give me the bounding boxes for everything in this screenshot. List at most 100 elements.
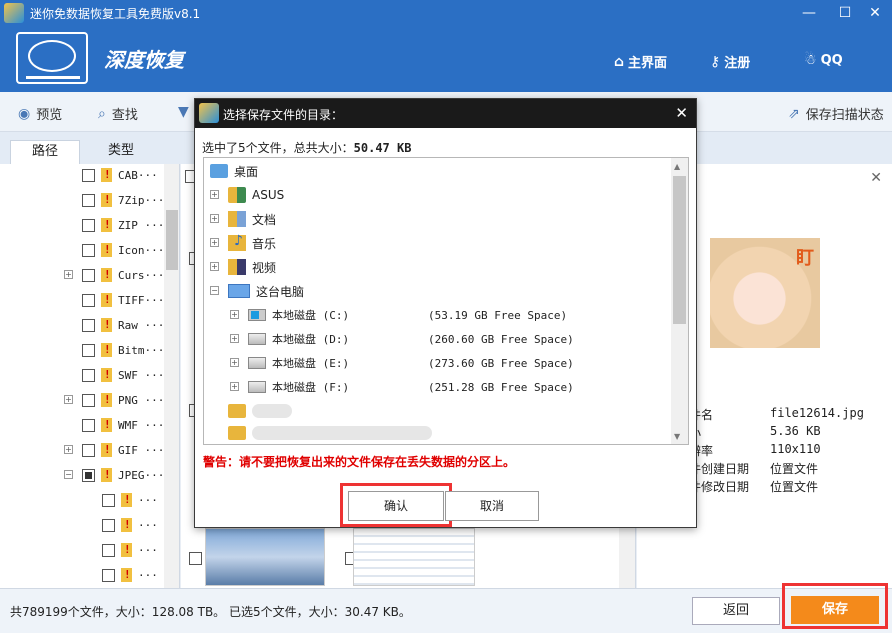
nav-home-button[interactable]: ⌂ 主界面 bbox=[614, 52, 667, 72]
cancel-button[interactable]: 取消 bbox=[445, 491, 539, 521]
tree-item[interactable]: Raw ··· bbox=[82, 315, 164, 335]
scroll-up-icon[interactable]: ▲ bbox=[674, 162, 680, 171]
folder-warning-icon bbox=[101, 393, 112, 407]
expand-icon[interactable]: + bbox=[230, 310, 239, 319]
key-icon: ⚷ bbox=[710, 53, 721, 70]
file-thumbnail[interactable] bbox=[353, 528, 475, 586]
close-icon[interactable]: ✕ bbox=[862, 2, 888, 24]
tree-checkbox[interactable] bbox=[82, 443, 95, 457]
expand-icon[interactable]: + bbox=[230, 382, 239, 391]
tree-checkbox[interactable] bbox=[82, 343, 95, 357]
tree-child-item[interactable]: ··· bbox=[102, 540, 158, 560]
tree-item[interactable]: Bitm··· bbox=[82, 340, 164, 360]
tree-child-item[interactable]: ··· bbox=[102, 565, 158, 585]
tree-checkbox[interactable] bbox=[102, 518, 115, 532]
nav-qq-label: QQ bbox=[820, 52, 843, 68]
documents-folder-icon bbox=[228, 211, 246, 227]
preview-button[interactable]: ◉ 预览 bbox=[18, 104, 62, 124]
tree-item-blurred[interactable] bbox=[228, 400, 292, 422]
tree-item[interactable]: CAB··· bbox=[82, 165, 158, 185]
maximize-icon[interactable]: ☐ bbox=[832, 2, 858, 24]
tree-item[interactable]: GIF ··· bbox=[82, 440, 164, 460]
minimize-icon[interactable]: — bbox=[796, 2, 822, 24]
tree-checkbox[interactable] bbox=[82, 218, 95, 232]
tree-checkbox[interactable] bbox=[82, 318, 95, 332]
expand-icon[interactable]: + bbox=[210, 262, 219, 271]
expand-icon[interactable]: + bbox=[64, 395, 73, 404]
tree-item[interactable]: 7Zip··· bbox=[82, 190, 164, 210]
tree-item[interactable]: PNG ··· bbox=[82, 390, 164, 410]
tree-item[interactable]: WMF ··· bbox=[82, 415, 164, 435]
tree-item[interactable]: JPEG··· bbox=[82, 465, 164, 485]
tree-item-label: WMF ··· bbox=[118, 418, 165, 432]
search-label: 查找 bbox=[111, 108, 138, 123]
expand-icon[interactable]: + bbox=[210, 238, 219, 247]
drive-free-space: (251.28 GB Free Space) bbox=[428, 380, 574, 394]
back-button[interactable]: 返回 bbox=[692, 597, 780, 625]
nav-register-button[interactable]: ⚷ 注册 bbox=[710, 52, 750, 72]
tab-type[interactable]: 类型 bbox=[86, 140, 156, 164]
tree-item[interactable]: TIFF··· bbox=[82, 290, 164, 310]
tree-item[interactable]: Icon··· bbox=[82, 240, 164, 260]
expand-icon[interactable]: + bbox=[64, 445, 73, 454]
tree-item-documents[interactable]: 文档 bbox=[228, 208, 276, 230]
tree-item[interactable]: Curs··· bbox=[82, 265, 164, 285]
folder-warning-icon bbox=[121, 518, 132, 532]
tree-child-item[interactable]: ··· bbox=[102, 490, 158, 510]
scroll-thumb[interactable] bbox=[673, 176, 686, 324]
tree-item[interactable]: ZIP ··· bbox=[82, 215, 164, 235]
nav-qq-button[interactable]: ☃ QQ bbox=[804, 52, 843, 68]
tree-checkbox[interactable] bbox=[82, 418, 95, 432]
tree-item-label: Icon··· bbox=[118, 243, 165, 257]
brand-name: 深度恢复 bbox=[104, 48, 184, 72]
tree-item-label: TIFF··· bbox=[118, 293, 165, 307]
tree-checkbox[interactable] bbox=[82, 168, 95, 182]
tree-checkbox[interactable] bbox=[82, 393, 95, 407]
tree-item-label: ZIP ··· bbox=[118, 218, 165, 232]
close-preview-icon[interactable]: ✕ bbox=[870, 170, 882, 186]
expand-icon[interactable]: + bbox=[64, 270, 73, 279]
save-scan-button[interactable]: ⇗ 保存扫描状态 bbox=[788, 104, 884, 124]
warning-text: 警告：请不要把恢复出来的文件保存在丢失数据的分区上。 bbox=[203, 455, 516, 469]
folder-warning-icon bbox=[101, 293, 112, 307]
tree-checkbox[interactable] bbox=[82, 293, 95, 307]
tree-item-drive-e[interactable]: 本地磁盘 (E:) (273.60 GB Free Space) bbox=[248, 352, 574, 374]
tree-item-drive-c[interactable]: 本地磁盘 (C:) (53.19 GB Free Space) bbox=[248, 304, 567, 326]
file-checkbox[interactable] bbox=[189, 552, 202, 565]
tree-checkbox[interactable] bbox=[82, 468, 95, 482]
tree-checkbox[interactable] bbox=[102, 543, 115, 557]
tree-item-drive-f[interactable]: 本地磁盘 (F:) (251.28 GB Free Space) bbox=[248, 376, 574, 398]
tree-checkbox[interactable] bbox=[82, 193, 95, 207]
ok-button[interactable]: 确认 bbox=[348, 491, 444, 521]
tree-item-music[interactable]: 音乐 bbox=[228, 232, 276, 254]
tree-item-desktop[interactable]: 桌面 bbox=[210, 160, 258, 182]
file-thumbnail[interactable] bbox=[205, 528, 325, 586]
filter-button[interactable]: ▼ bbox=[178, 104, 189, 120]
tree-item[interactable]: SWF ··· bbox=[82, 365, 164, 385]
expand-icon[interactable]: − bbox=[64, 470, 73, 479]
tree-item-asus[interactable]: ASUS bbox=[228, 184, 284, 206]
app-icon bbox=[199, 103, 219, 123]
expand-icon[interactable]: + bbox=[230, 358, 239, 367]
tree-checkbox[interactable] bbox=[102, 493, 115, 507]
collapse-icon[interactable]: − bbox=[210, 286, 219, 295]
tree-item-this-pc[interactable]: 这台电脑 bbox=[228, 280, 304, 302]
search-button[interactable]: ⌕ 查找 bbox=[98, 104, 138, 124]
directory-scrollbar[interactable]: ▲ ▼ bbox=[671, 158, 688, 444]
tab-path[interactable]: 路径 bbox=[10, 140, 80, 164]
expand-icon[interactable]: + bbox=[230, 334, 239, 343]
scroll-down-icon[interactable]: ▼ bbox=[674, 432, 680, 441]
tree-item-drive-d[interactable]: 本地磁盘 (D:) (260.60 GB Free Space) bbox=[248, 328, 574, 350]
dialog-close-icon[interactable]: ✕ bbox=[675, 104, 688, 122]
tree-scrollbar[interactable] bbox=[164, 164, 179, 588]
tree-checkbox[interactable] bbox=[102, 568, 115, 582]
tree-checkbox[interactable] bbox=[82, 368, 95, 382]
expand-icon[interactable]: + bbox=[210, 214, 219, 223]
tree-child-item[interactable]: ··· bbox=[102, 515, 158, 535]
save-button[interactable]: 保存 bbox=[791, 596, 879, 624]
tree-item-blurred[interactable] bbox=[228, 422, 432, 444]
expand-icon[interactable]: + bbox=[210, 190, 219, 199]
tree-checkbox[interactable] bbox=[82, 268, 95, 282]
tree-checkbox[interactable] bbox=[82, 243, 95, 257]
tree-item-videos[interactable]: 视频 bbox=[228, 256, 276, 278]
